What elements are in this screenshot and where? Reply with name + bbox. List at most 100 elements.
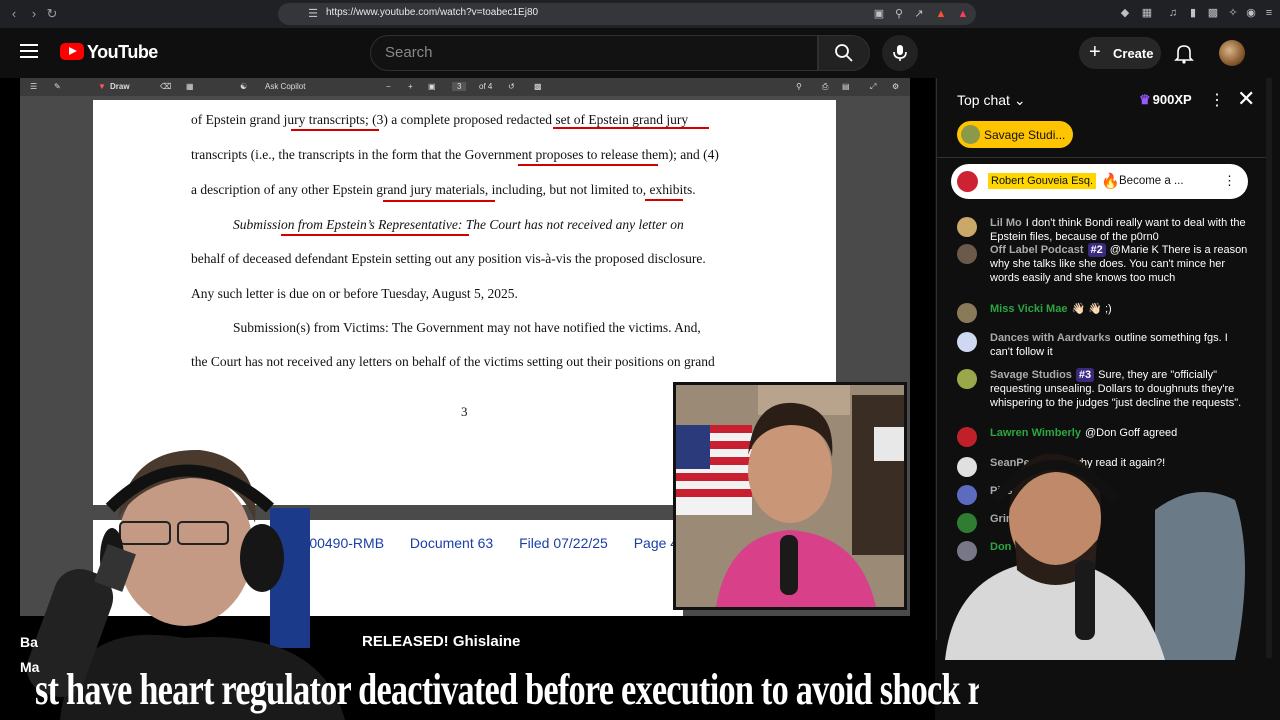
chat-message-body: Lawren Wimberly @Don Goff agreed	[990, 426, 1252, 440]
eraser-icon[interactable]: ⌫	[160, 82, 171, 91]
menu-icon[interactable]: ≡	[1262, 6, 1276, 20]
xp-badge[interactable]: ♛ 900XP	[1139, 92, 1192, 108]
annotation-underline	[645, 199, 683, 201]
doc-line-6: Any such letter is due on or before Tues…	[191, 286, 518, 301]
two-page-icon[interactable]: ▩	[534, 82, 542, 91]
avatar[interactable]	[957, 244, 977, 264]
screenshot-icon[interactable]: ▣	[872, 7, 886, 21]
avatar[interactable]	[957, 332, 977, 352]
pinned-supporter-chip[interactable]: Savage Studi...	[957, 121, 1073, 148]
chat-mode-label: Top chat	[957, 92, 1010, 108]
avatar[interactable]	[957, 369, 977, 389]
account-avatar[interactable]	[1219, 40, 1245, 66]
puzzle-icon[interactable]: ✧	[1226, 6, 1240, 20]
chat-author[interactable]: Off Label Podcast	[990, 244, 1084, 256]
chat-mode-selector[interactable]: Top chat ⌄	[957, 92, 1026, 109]
reload-icon[interactable]: ↻	[44, 6, 60, 22]
copilot-icon[interactable]: ☯	[240, 82, 247, 91]
extension-icon[interactable]: ▦	[1140, 6, 1154, 20]
fire-icon: 🔥	[1101, 173, 1120, 190]
youtube-header: YouTube + Create	[0, 28, 1280, 78]
ask-copilot-button[interactable]: Ask Copilot	[265, 82, 305, 91]
chat-author[interactable]: Lawren Wimberly	[990, 427, 1081, 439]
chat-message-body: Lil Mo I don't think Bondi really want to…	[990, 216, 1252, 244]
site-info-icon[interactable]: ☰	[306, 7, 320, 21]
zoom-icon[interactable]: ⚲	[892, 7, 906, 21]
pdf-search-icon[interactable]: ⚲	[796, 82, 802, 91]
avatar	[961, 125, 980, 144]
rewards-icon[interactable]: ▲	[956, 7, 970, 21]
fit-page-icon[interactable]: ▣	[428, 82, 436, 91]
pinned-message[interactable]: Robert Gouveia Esq. 🔥 Become a ... ⋮	[951, 164, 1248, 199]
chat-author[interactable]: Lil Mo	[990, 217, 1022, 229]
chat-header: Top chat ⌄ ♛ 900XP ⋮ ✕ Savage Studi...	[937, 78, 1271, 158]
create-label: Create	[1113, 46, 1154, 61]
pinned-supporter-name: Savage Studi...	[984, 128, 1066, 142]
brave-shield-icon[interactable]: ▲	[934, 7, 948, 21]
filed-date: Filed 07/22/25	[519, 535, 608, 551]
notifications-bell-icon[interactable]	[1172, 41, 1196, 65]
chat-message-body: Off Label Podcast #2 @Marie K There is a r…	[990, 243, 1252, 285]
chat-author[interactable]: Miss Vicki Mae	[990, 303, 1067, 315]
highlight-icon[interactable]: ✎	[54, 82, 61, 91]
page-number-input[interactable]: 3	[452, 82, 467, 91]
chat-text: @Don Goff agreed	[1084, 427, 1178, 439]
back-icon[interactable]: ‹	[6, 6, 22, 22]
annotation-underline	[281, 234, 469, 236]
rank-badge: #3	[1075, 368, 1095, 382]
pinned-more-icon[interactable]: ⋮	[1223, 173, 1236, 189]
annotation-underline	[553, 127, 709, 129]
sidebar-icon[interactable]: ▮	[1186, 6, 1200, 20]
video-player[interactable]: ☰ ✎ ▼ Draw ⌫ ▦ ☯ Ask Copilot − + ▣ 3 of …	[0, 78, 935, 720]
contents-icon[interactable]: ☰	[30, 82, 37, 91]
rotate-icon[interactable]: ↺	[508, 82, 515, 91]
microphone-icon	[893, 45, 907, 61]
pdf-toolbar: ☰ ✎ ▼ Draw ⌫ ▦ ☯ Ask Copilot − + ▣ 3 of …	[20, 78, 910, 96]
doc-line-8: the Court has not received any letters o…	[191, 354, 715, 369]
document-number: Document 63	[409, 535, 494, 551]
page-view-icon[interactable]: ▦	[186, 82, 194, 91]
zoom-in-icon[interactable]: +	[408, 82, 413, 91]
close-chat-icon[interactable]: ✕	[1237, 86, 1255, 112]
pinned-text: Become a ...	[1119, 175, 1184, 187]
webcam-guest	[673, 382, 907, 610]
plus-icon: +	[1089, 41, 1101, 63]
voice-search-button[interactable]	[882, 35, 918, 71]
address-bar[interactable]: ☰ https://www.youtube.com/watch?v=toabec…	[278, 3, 976, 25]
annotation-underline	[383, 200, 495, 202]
extension-puzzle-icon[interactable]: ◆	[1118, 6, 1132, 20]
chat-more-options-icon[interactable]: ⋮	[1209, 90, 1225, 110]
avatar[interactable]	[957, 217, 977, 237]
draw-tool-label[interactable]: Draw	[110, 82, 130, 91]
chat-author[interactable]: Savage Studios	[990, 369, 1072, 381]
search-button[interactable]	[818, 35, 870, 71]
print-icon[interactable]: ⎙	[822, 82, 828, 92]
create-button[interactable]: + Create	[1079, 37, 1161, 69]
search-box[interactable]	[370, 35, 818, 71]
doc-line-4: Submission from Epstein’s Representative…	[233, 217, 684, 232]
url-text[interactable]: https://www.youtube.com/watch?v=toabec1E…	[326, 7, 538, 18]
page-total-label: of 4	[479, 82, 493, 91]
vpn-icon[interactable]: ◉	[1244, 6, 1258, 20]
save-icon[interactable]: ▤	[842, 82, 850, 91]
webcam-host-right	[945, 453, 1245, 660]
page-number: 3	[461, 404, 468, 419]
fullscreen-icon[interactable]: ⤢	[870, 82, 876, 92]
youtube-wordmark[interactable]: YouTube	[87, 42, 158, 63]
avatar[interactable]	[957, 303, 977, 323]
draw-pen-icon[interactable]: ▼	[98, 82, 106, 91]
music-icon[interactable]: ♫	[1166, 6, 1180, 20]
settings-gear-icon[interactable]: ⚙	[892, 82, 899, 91]
wallet-icon[interactable]: ▩	[1206, 6, 1220, 20]
youtube-logo-icon[interactable]	[60, 43, 84, 60]
pinned-author: Robert Gouveia Esq.	[988, 173, 1097, 189]
chat-message-body: Savage Studios #3 Sure, they are "official…	[990, 368, 1252, 410]
search-input[interactable]	[385, 44, 785, 61]
doc-line-1: of Epstein grand jury transcripts; (3) a…	[191, 112, 689, 127]
search-icon	[835, 44, 853, 62]
zoom-out-icon[interactable]: −	[386, 82, 391, 91]
share-icon[interactable]: ↗	[912, 7, 926, 21]
hamburger-menu-icon[interactable]	[20, 44, 38, 58]
chat-author[interactable]: Dances with Aardvarks	[990, 332, 1111, 344]
forward-icon[interactable]: ›	[26, 6, 42, 22]
